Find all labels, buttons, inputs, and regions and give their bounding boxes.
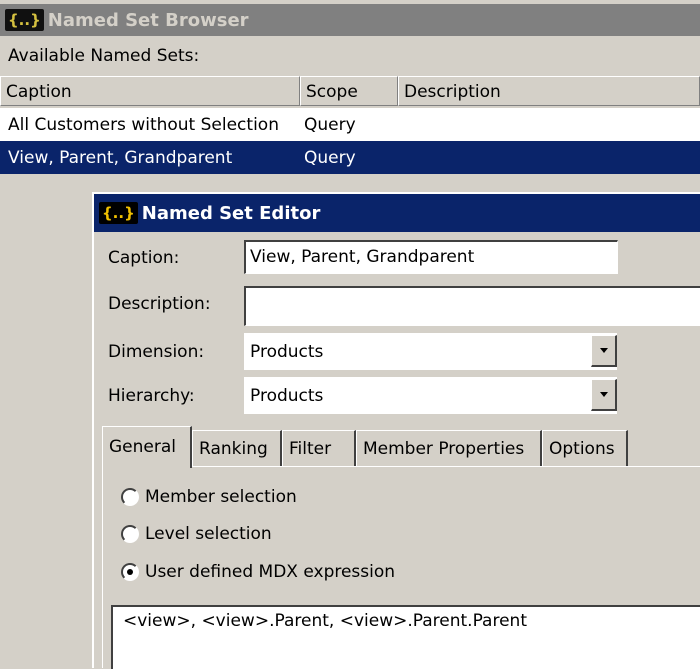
level-selection-radio[interactable]: Level selection	[121, 524, 272, 544]
editor-title: Named Set Editor	[141, 202, 321, 224]
description-input[interactable]	[244, 286, 700, 326]
general-tab-panel: Member selection Level selection User de…	[102, 466, 700, 669]
mdx-expression-editor[interactable]: <view>, <view>.Parent, <view>.Parent.Par…	[111, 605, 700, 669]
named-sets-list[interactable]: All Customers without Selection Query Vi…	[0, 108, 700, 174]
chevron-down-icon[interactable]	[591, 335, 617, 367]
user-defined-mdx-radio[interactable]: User defined MDX expression	[121, 562, 395, 582]
dimension-select[interactable]: Products	[244, 332, 617, 370]
editor-title-bar[interactable]: {..} Named Set Editor	[94, 194, 700, 232]
member-selection-label: Member selection	[145, 487, 297, 507]
tab-options[interactable]: Options	[542, 430, 628, 466]
column-header-description[interactable]: Description	[398, 76, 700, 106]
list-item-selected[interactable]: View, Parent, Grandparent Query	[0, 141, 700, 174]
tab-general[interactable]: General	[102, 426, 192, 468]
hierarchy-select[interactable]: Products	[244, 376, 617, 414]
tab-member-properties[interactable]: Member Properties	[356, 430, 542, 466]
named-set-icon: {..}	[99, 202, 138, 224]
hierarchy-select-value: Products	[250, 386, 324, 406]
radio-unchecked-icon	[121, 488, 139, 506]
user-defined-mdx-label: User defined MDX expression	[145, 562, 396, 582]
list-item-scope: Query	[304, 114, 356, 135]
list-item-caption: View, Parent, Grandparent	[8, 147, 233, 168]
dimension-select-value: Products	[250, 342, 324, 362]
member-selection-radio[interactable]: Member selection	[121, 487, 297, 507]
list-item[interactable]: All Customers without Selection Query	[0, 108, 700, 141]
browser-title-bar[interactable]: {..} Named Set Browser	[0, 4, 700, 36]
available-named-sets-label: Available Named Sets:	[8, 46, 200, 66]
dimension-label: Dimension:	[108, 342, 205, 362]
hierarchy-label: Hierarchy:	[108, 386, 195, 406]
list-item-scope: Query	[304, 147, 356, 168]
tab-ranking[interactable]: Ranking	[192, 430, 282, 466]
column-header-row: Caption Scope Description	[0, 76, 700, 108]
list-item-caption: All Customers without Selection	[8, 114, 279, 135]
description-label: Description:	[108, 294, 211, 314]
column-header-caption[interactable]: Caption	[0, 76, 300, 106]
browser-title: Named Set Browser	[47, 9, 249, 31]
caption-label: Caption:	[108, 248, 180, 268]
named-set-editor-window: {..} Named Set Editor Caption: View, Par…	[92, 192, 700, 669]
named-set-icon: {..}	[5, 9, 44, 31]
chevron-down-icon[interactable]	[591, 379, 617, 411]
column-header-scope[interactable]: Scope	[300, 76, 398, 106]
radio-unchecked-icon	[121, 525, 139, 543]
level-selection-label: Level selection	[145, 524, 272, 544]
radio-checked-icon	[121, 563, 139, 581]
tab-filter[interactable]: Filter	[282, 430, 356, 466]
caption-input[interactable]: View, Parent, Grandparent	[244, 240, 618, 274]
